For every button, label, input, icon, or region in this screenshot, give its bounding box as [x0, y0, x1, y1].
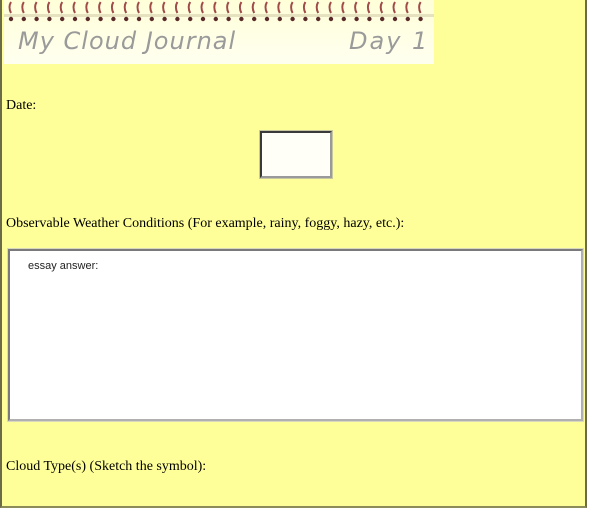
day-label: Day 1	[349, 27, 430, 55]
spiral-coil	[46, 1, 52, 22]
spiral-coil	[72, 1, 78, 22]
spiral-coil	[302, 1, 308, 22]
spiral-coil	[213, 1, 218, 22]
spiral-coil	[392, 1, 398, 22]
spiral-coil	[187, 1, 193, 22]
spiral-coil	[110, 1, 116, 22]
cloud-type-label: Cloud Type(s) (Sketch the symbol):	[6, 459, 207, 474]
journal-banner: My Cloud Journal Day 1	[4, 0, 434, 64]
spiral-coil	[34, 1, 39, 22]
spiral-coil	[341, 1, 346, 22]
spiral-coil	[354, 1, 359, 22]
spiral-coil	[315, 1, 321, 22]
spiral-coil	[290, 1, 295, 22]
spiral-coil	[174, 1, 180, 22]
spiral-coil	[238, 1, 244, 22]
spiral-coil	[8, 1, 14, 22]
spiral-coil	[85, 1, 91, 22]
spiral-coil	[136, 1, 142, 22]
spiral-coil	[123, 1, 129, 22]
spiral-coil	[418, 1, 423, 22]
date-label: Date:	[6, 98, 37, 113]
spiral-coil	[98, 1, 103, 22]
journal-title: My Cloud Journal	[18, 27, 237, 55]
weather-conditions-essay-field[interactable]: essay answer:	[8, 249, 583, 421]
spiral-coil	[277, 1, 282, 22]
spiral-coil	[200, 1, 206, 22]
weather-conditions-label: Observable Weather Conditions (For examp…	[6, 216, 405, 231]
spiral-coil	[59, 1, 65, 22]
journal-page: My Cloud Journal Day 1 Date: Observable …	[0, 0, 587, 508]
spiral-coil	[226, 1, 231, 22]
spiral-coil	[405, 1, 410, 22]
date-input[interactable]	[259, 130, 333, 179]
spiral-coil	[379, 1, 385, 22]
spiral-coil	[149, 1, 154, 22]
spiral-coil	[251, 1, 257, 22]
essay-placeholder: essay answer:	[28, 260, 99, 272]
spiral-binding-icon	[4, 1, 434, 22]
spiral-coil	[21, 1, 26, 22]
spiral-coil	[264, 1, 270, 22]
spiral-coil	[162, 1, 167, 22]
spiral-coil	[328, 1, 334, 22]
page: My Cloud Journal Day 1 Date: Observable …	[0, 0, 592, 511]
spiral-coil	[366, 1, 372, 22]
